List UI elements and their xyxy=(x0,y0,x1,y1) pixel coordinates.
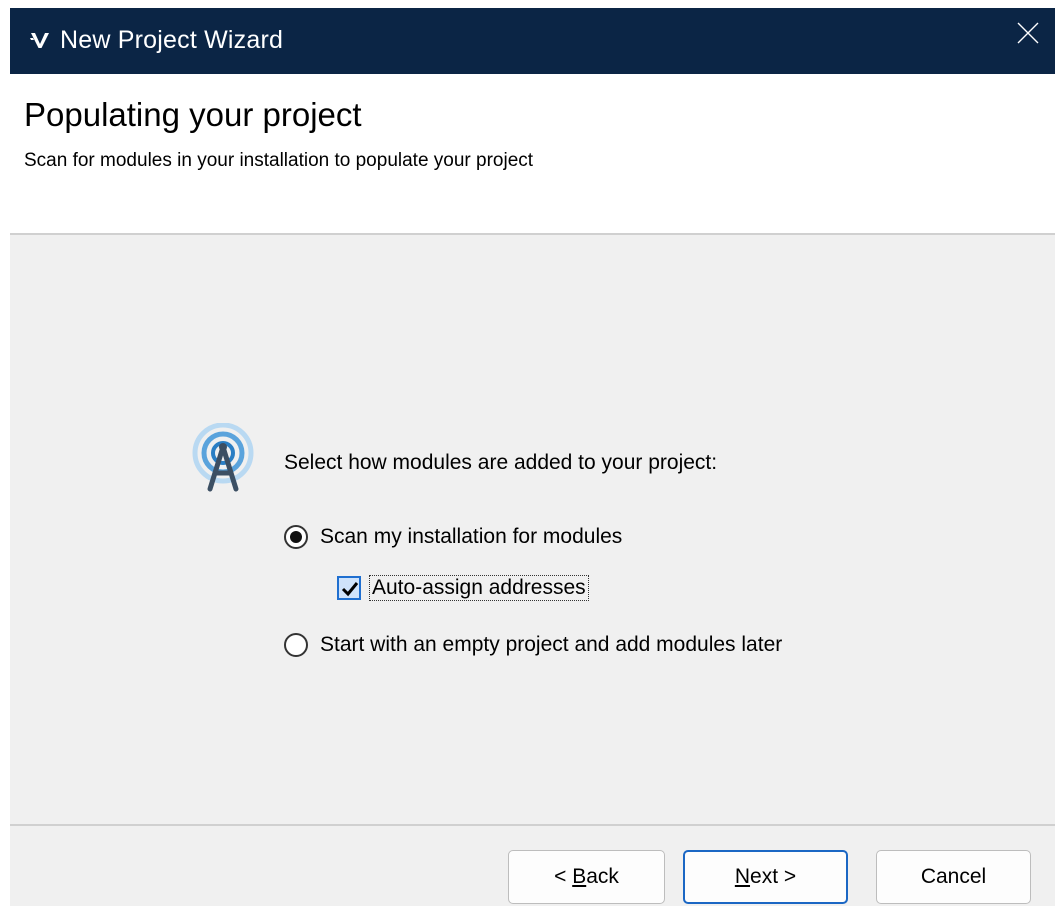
back-button-prefix: < xyxy=(554,865,573,888)
page-title: Populating your project xyxy=(24,96,362,133)
auto-assign-option[interactable]: Auto-assign addresses xyxy=(337,575,589,601)
options-prompt: Select how modules are added to your pro… xyxy=(284,451,718,474)
close-button[interactable] xyxy=(999,8,1055,58)
wizard-content: Select how modules are added to your pro… xyxy=(10,235,1055,824)
back-button-rest: ack xyxy=(586,865,619,888)
empty-project-option[interactable]: Start with an empty project and add modu… xyxy=(284,633,782,657)
empty-project-radio-label: Start with an empty project and add modu… xyxy=(320,633,783,656)
back-button[interactable]: < Back xyxy=(508,850,665,904)
scan-radio-label: Scan my installation for modules xyxy=(320,525,623,548)
next-button-rest: ext > xyxy=(750,865,797,888)
title-bar: New Project Wizard xyxy=(10,8,1055,74)
empty-project-radio[interactable] xyxy=(284,633,308,657)
close-icon xyxy=(1017,22,1039,44)
back-button-mnemonic: B xyxy=(572,865,587,888)
checkmark-icon xyxy=(341,582,359,597)
page-subtitle: Scan for modules in your installation to… xyxy=(24,150,534,171)
scan-installation-option[interactable]: Scan my installation for modules xyxy=(284,525,622,549)
next-button[interactable]: Next > xyxy=(683,850,848,904)
wizard-header: Populating your project Scan for modules… xyxy=(10,74,1055,234)
cancel-button[interactable]: Cancel xyxy=(876,850,1031,904)
wizard-window: New Project Wizard Populating your proje… xyxy=(10,8,1055,906)
window-title: New Project Wizard xyxy=(60,26,284,54)
v-logo-icon xyxy=(30,30,50,50)
wizard-footer: < Back Next > Cancel xyxy=(10,826,1055,906)
scan-antenna-icon xyxy=(190,422,256,495)
auto-assign-label: Auto-assign addresses xyxy=(369,575,589,601)
auto-assign-checkbox[interactable] xyxy=(337,576,361,600)
scan-radio[interactable] xyxy=(284,525,308,549)
next-button-mnemonic: N xyxy=(734,865,751,888)
